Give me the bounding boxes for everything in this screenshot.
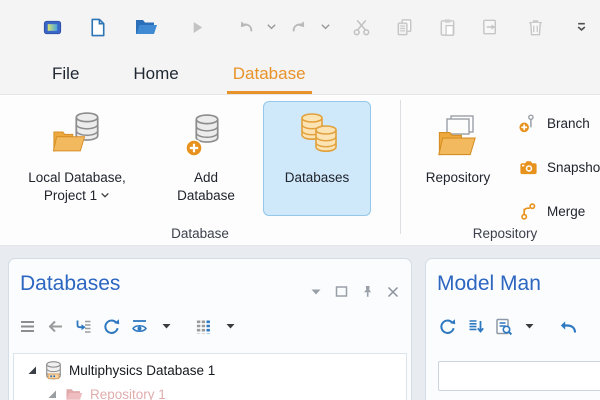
repository-red-folder-icon: [65, 387, 83, 400]
merge-button[interactable]: Merge: [518, 193, 585, 229]
chevron-down-icon: [100, 192, 110, 199]
databases-panel: Databases: [8, 258, 412, 400]
tab-file[interactable]: File: [48, 54, 83, 94]
tree-item-repository-1[interactable]: Repository 1: [14, 382, 406, 400]
tree-item-label: Multiphysics Database 1: [69, 363, 215, 378]
tab-database[interactable]: Database: [229, 54, 310, 94]
model-manager-search-input[interactable]: [438, 361, 600, 391]
duplicate-icon[interactable]: [480, 17, 501, 38]
workspace: Databases: [0, 246, 600, 400]
databases-tree: Multiphysics Database 1 Repository 1: [13, 353, 407, 400]
refresh-icon[interactable]: [438, 317, 457, 336]
columns-dropdown-icon[interactable]: [226, 323, 235, 330]
undo-dropdown-icon[interactable]: [266, 23, 277, 31]
repository-button[interactable]: Repository: [408, 101, 508, 221]
databases-button[interactable]: Databases: [263, 101, 371, 216]
local-database-label: Local Database, Project 1: [28, 169, 126, 205]
local-database-button[interactable]: Local Database, Project 1: [10, 101, 144, 221]
databases-icon: [293, 112, 341, 160]
repository-folder-icon: [435, 112, 481, 160]
group-label-database: Database: [0, 226, 400, 241]
delete-icon[interactable]: [525, 17, 546, 38]
play-icon[interactable]: [188, 18, 207, 37]
repository-label: Repository: [426, 170, 491, 185]
copy-icon[interactable]: [394, 17, 415, 38]
find-dropdown-icon[interactable]: [525, 323, 534, 330]
app-logo-icon[interactable]: [42, 17, 63, 38]
databases-panel-toolbar: [18, 317, 239, 336]
panel-close-icon[interactable]: [387, 286, 399, 298]
snapshot-icon: [518, 157, 539, 178]
add-database-icon: [183, 112, 229, 160]
panel-dropdown-icon[interactable]: [310, 287, 322, 296]
new-file-icon[interactable]: [87, 17, 108, 38]
merge-icon: [518, 201, 539, 222]
columns-icon[interactable]: [194, 317, 213, 336]
database-node-icon: [45, 361, 62, 380]
go-to-node-icon[interactable]: [74, 317, 93, 336]
snapshot-label: Snapshot: [547, 160, 600, 175]
add-database-label: Add Database: [177, 169, 235, 205]
folder-database-icon: [52, 112, 102, 160]
expand-triangle-icon[interactable]: [48, 390, 57, 399]
back-arrow-icon[interactable]: [46, 317, 65, 336]
open-folder-icon[interactable]: [134, 17, 158, 37]
ribbon-group-database: Local Database, Project 1 Add Database: [0, 95, 400, 246]
add-database-button[interactable]: Add Database: [158, 101, 254, 221]
refresh-icon[interactable]: [102, 317, 121, 336]
panel-float-icon[interactable]: [335, 285, 348, 298]
branch-button[interactable]: Branch: [518, 105, 590, 141]
merge-label: Merge: [547, 204, 585, 219]
tree-item-multiphysics-database[interactable]: Multiphysics Database 1: [14, 358, 406, 382]
databases-panel-title: Databases: [20, 272, 120, 296]
undo-icon[interactable]: [235, 17, 256, 38]
quick-access-toolbar: [0, 0, 600, 54]
model-manager-panel-title: Model Man: [437, 272, 541, 296]
ribbon: Local Database, Project 1 Add Database: [0, 95, 600, 246]
paste-icon[interactable]: [437, 17, 458, 38]
cut-icon[interactable]: [351, 17, 372, 38]
redo-icon[interactable]: [289, 17, 310, 38]
redo-dropdown-icon[interactable]: [320, 23, 331, 31]
model-manager-panel: Model Man: [425, 258, 600, 400]
preview-eye-icon[interactable]: [130, 317, 149, 336]
group-label-repository: Repository: [400, 226, 600, 241]
panel-pin-icon[interactable]: [361, 285, 374, 298]
snapshot-button[interactable]: Snapshot: [518, 149, 600, 185]
expand-triangle-icon[interactable]: [28, 366, 37, 375]
model-manager-toolbar: [438, 317, 578, 336]
databases-label: Databases: [285, 170, 350, 185]
databases-panel-controls: [310, 285, 399, 298]
branch-label: Branch: [547, 116, 590, 131]
undo-blue-icon[interactable]: [558, 317, 578, 336]
branch-icon: [518, 113, 539, 134]
tab-home[interactable]: Home: [129, 54, 182, 94]
ribbon-tab-bar: File Home Database: [0, 54, 600, 95]
customize-toolbar-icon[interactable]: [572, 18, 591, 37]
find-preview-icon[interactable]: [494, 317, 513, 336]
tree-item-label: Repository 1: [90, 387, 166, 400]
sort-icon[interactable]: [466, 317, 485, 336]
ribbon-group-repository: Repository Branch: [400, 95, 600, 246]
show-list-icon[interactable]: [18, 317, 37, 336]
preview-dropdown-icon[interactable]: [162, 323, 171, 330]
